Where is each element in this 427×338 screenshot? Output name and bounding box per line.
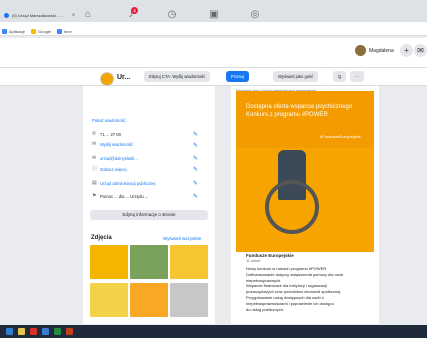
browser-tab[interactable]: (5) Urząd Marszałkowski - ... × bbox=[4, 9, 75, 22]
post-body: Nowy konkurs w ramach programu #POWER. D… bbox=[246, 266, 374, 312]
close-tab-icon[interactable]: × bbox=[72, 13, 76, 19]
edit-pencil-icon[interactable]: ✎ bbox=[193, 132, 198, 138]
photo-thumbnail[interactable] bbox=[170, 283, 208, 317]
banner-hashtag: #FunduszeEuropejskie bbox=[320, 134, 361, 139]
messenger-icon: ✉ bbox=[92, 141, 97, 147]
messenger-icon[interactable]: ✉ bbox=[414, 44, 427, 57]
view-as-visitor-button[interactable]: Wyświetl jako gość bbox=[273, 71, 319, 82]
avatar bbox=[355, 45, 366, 56]
marketplace-icon[interactable]: ▣ bbox=[208, 9, 220, 21]
windows-taskbar bbox=[0, 325, 427, 338]
page-title[interactable]: Ur... bbox=[117, 74, 130, 81]
tag-icon: ▤ bbox=[92, 180, 97, 186]
phone-icon: ✆ bbox=[92, 131, 97, 137]
banner-header bbox=[236, 91, 374, 148]
bookmark-item[interactable]: Aplikacje bbox=[2, 29, 25, 35]
photo-thumbnail[interactable] bbox=[130, 245, 168, 279]
chrome-icon[interactable] bbox=[30, 328, 37, 335]
bookmark-item[interactable]: Inne bbox=[56, 29, 72, 35]
banner-line: Konkurs z programu #POWER bbox=[246, 112, 328, 118]
edit-pencil-icon[interactable]: ✎ bbox=[193, 181, 198, 187]
profile-button[interactable]: Magdalena bbox=[355, 45, 394, 56]
photo-thumbnail[interactable] bbox=[130, 283, 168, 317]
explorer-icon[interactable] bbox=[18, 328, 25, 335]
groups-icon[interactable]: ◎ bbox=[249, 9, 261, 21]
powerpoint-icon[interactable] bbox=[66, 328, 73, 335]
banner-line: Dostępna oferta wsparcia psychicznego bbox=[246, 104, 353, 110]
edit-cta-button[interactable]: Edytuj CTA: Wyślij wiadomość bbox=[144, 71, 211, 82]
notification-badge: 3 bbox=[131, 7, 138, 14]
edit-pencil-icon[interactable]: ✎ bbox=[193, 167, 198, 173]
photo-thumbnail[interactable] bbox=[90, 283, 128, 317]
profile-name: Magdalena bbox=[369, 47, 394, 54]
flag-icon: ⚑ bbox=[92, 193, 97, 199]
post-timestamp[interactable]: 11 minut bbox=[246, 259, 260, 263]
edit-page-info-button[interactable]: Edytuj informacje o stronie bbox=[90, 210, 208, 220]
folder-icon bbox=[56, 29, 62, 35]
wheelchair-wheel-illustration bbox=[265, 180, 319, 234]
facebook-favicon-icon bbox=[4, 13, 9, 18]
bookmark-item[interactable]: Google bbox=[31, 29, 51, 35]
apps-icon bbox=[2, 29, 7, 35]
bookmarks-bar: Aplikacje Google Inne bbox=[0, 27, 72, 36]
promote-button[interactable]: Promuj bbox=[226, 71, 250, 82]
photo-thumbnail[interactable] bbox=[90, 245, 128, 279]
create-button[interactable]: + bbox=[400, 44, 413, 57]
edit-pencil-icon[interactable]: ✎ bbox=[193, 194, 198, 200]
banner-text: Dostępna oferta wsparcia psychicznego Ko… bbox=[246, 103, 352, 119]
more-options-button[interactable]: ··· bbox=[350, 71, 365, 82]
tab-title: (5) Urząd Marszałkowski - ... bbox=[12, 13, 63, 18]
photo-thumbnail[interactable] bbox=[170, 245, 208, 279]
email-icon: ✉ bbox=[92, 155, 97, 161]
info-icon: ⓘ bbox=[92, 166, 98, 172]
photos-title: Zdjęcia bbox=[91, 235, 112, 241]
start-icon[interactable] bbox=[6, 328, 13, 335]
excel-icon[interactable] bbox=[54, 328, 61, 335]
post-line: do usług publicznych. bbox=[246, 306, 285, 312]
word-icon[interactable] bbox=[42, 328, 49, 335]
home-icon[interactable]: ⌂ bbox=[82, 9, 94, 21]
watch-icon[interactable]: ◷ bbox=[166, 9, 178, 21]
page-avatar[interactable] bbox=[100, 72, 114, 86]
edit-pencil-icon[interactable]: ✎ bbox=[193, 143, 198, 149]
notifications-icon[interactable]: ♪ 3 bbox=[125, 7, 138, 21]
see-all-photos-link[interactable]: Wyświetl wszystkie bbox=[163, 236, 201, 241]
post-author[interactable]: Fundusze Europejskie bbox=[246, 253, 294, 258]
edit-pencil-icon[interactable]: ✎ bbox=[193, 156, 198, 162]
folder-icon bbox=[31, 29, 37, 35]
page-search-button[interactable]: Q bbox=[333, 71, 347, 82]
